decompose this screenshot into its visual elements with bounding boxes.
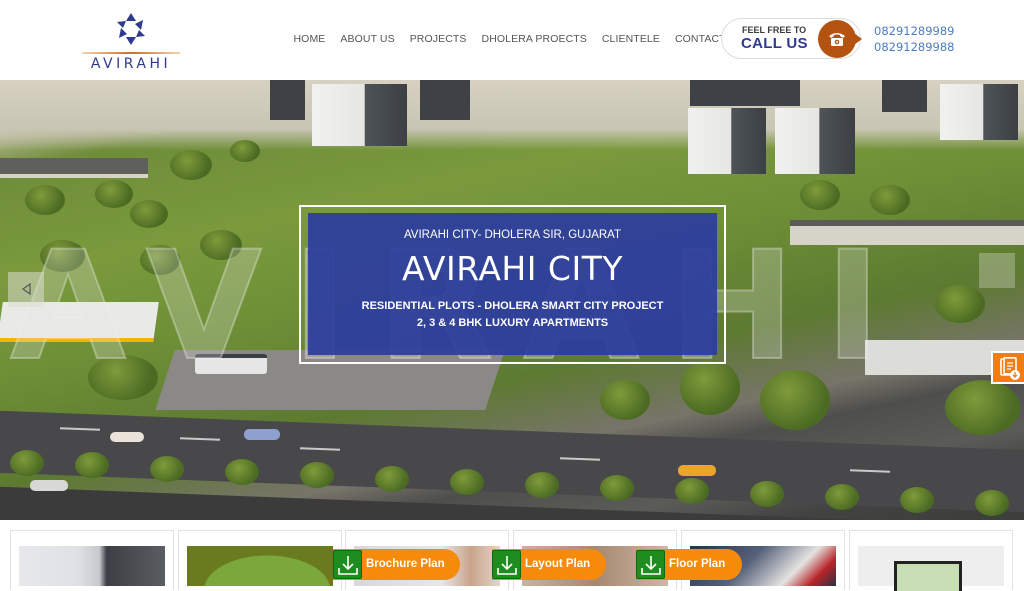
card-image-smart-city-tablet [858,546,1004,591]
telephone-icon [829,33,845,46]
slide-subtitle-1: RESIDENTIAL PLOTS - DHOLERA SMART CITY P… [361,300,664,312]
document-download-icon [1000,357,1020,380]
slide-caption: AVIRAHI CITY- DHOLERA SIR, GUJARAT AVIRA… [308,213,717,355]
hero-median-tree [750,481,784,507]
hero-median-tree [10,450,44,476]
hero-median-tree [450,469,484,495]
hero-car [244,429,280,440]
hero-building [940,84,1018,140]
download-icon [497,556,517,575]
hero-median-tree [300,462,334,488]
hero-median-tree [225,459,259,485]
slide-title: AVIRAHI CITY [401,249,624,288]
hero-median-tree [600,475,634,501]
download-icon [641,556,661,575]
hero-median-tree [825,484,859,510]
hero-tree [800,180,840,210]
project-card[interactable] [849,530,1013,591]
slider-next-button[interactable] [979,253,1015,288]
download-icon-box [636,550,665,579]
hero-background-city [0,80,1024,150]
hero-tree [25,185,65,215]
logo-rule [82,52,180,54]
hero-building [312,84,407,146]
nav-clientele[interactable]: CLIENTELE [594,33,667,45]
download-icon-box [492,550,521,579]
hero-building [420,80,470,120]
nav-dholera-projects[interactable]: DHOLERA PROECTS [474,33,594,45]
slider-prev-button[interactable] [8,272,44,307]
nav-home[interactable]: HOME [286,33,333,45]
call-label: CALL US [741,35,808,52]
phone-numbers: 08291289989 08291289988 [874,23,954,55]
star-of-triangles-icon [117,13,145,45]
site-header: AVIRAHI HOME ABOUT US PROJECTS DHOLERA P… [0,0,1024,80]
brochure-plan-label: Brochure Plan [366,558,445,570]
call-us-widget[interactable]: FEEL FREE TO CALL US [721,18,862,59]
hero-car [110,432,144,442]
slide-kicker: AVIRAHI CITY- DHOLERA SIR, GUJARAT [403,229,622,241]
hero-tree [95,180,133,208]
call-kicker: FEEL FREE TO [742,25,807,35]
hero-median-tree [900,487,934,513]
hero-tree [870,185,910,215]
card-image-apartment-model [19,546,165,586]
brand-logo[interactable]: AVIRAHI [80,12,182,72]
phone-number-2[interactable]: 08291289988 [874,39,954,55]
hero-median-tree [525,472,559,498]
card-image-plot-layout [187,546,333,586]
hero-building [775,108,855,174]
hero-tree [170,150,212,180]
chevron-left-icon [22,283,31,295]
layout-plan-label: Layout Plan [525,558,591,570]
main-nav: HOME ABOUT US PROJECTS DHOLERA PROECTS C… [286,33,751,45]
hero-tree [935,285,985,323]
nav-projects[interactable]: PROJECTS [402,33,474,45]
floor-plan-label: Floor Plan [669,558,726,570]
brochure-plan-button[interactable]: Brochure Plan [333,549,460,580]
layout-plan-button[interactable]: Layout Plan [492,549,606,580]
hero-building [882,80,927,112]
brand-wordmark: AVIRAHI [90,56,172,72]
hero-building [690,80,800,106]
hero-median-tree [150,456,184,482]
project-card[interactable] [178,530,342,590]
hero-slider: AVIRAHI AVIRAHI CITY- DHOLERA SIR, GUJAR… [0,80,1024,520]
phone-badge[interactable] [818,20,862,58]
floor-plan-button[interactable]: Floor Plan [636,549,742,580]
download-icon [338,556,358,575]
hero-car [678,465,716,476]
hero-building [688,108,766,174]
hero-tree [945,380,1020,435]
slide-subtitle-2: 2, 3 & 4 BHK LUXURY APARTMENTS [416,317,609,329]
hero-building [270,80,305,120]
hero-median-tree [975,490,1009,516]
phone-number-1[interactable]: 08291289989 [874,23,954,39]
hero-median-tree [75,452,109,478]
document-download-button[interactable] [991,351,1024,384]
hero-median-tree [675,478,709,504]
hero-car [30,480,68,491]
hero-tree [230,140,260,162]
nav-about-us[interactable]: ABOUT US [333,33,402,45]
download-icon-box [333,550,362,579]
hero-median-tree [375,466,409,492]
tablet-shape [894,561,962,591]
project-card[interactable] [10,530,174,590]
hero-pavilion [0,158,148,178]
